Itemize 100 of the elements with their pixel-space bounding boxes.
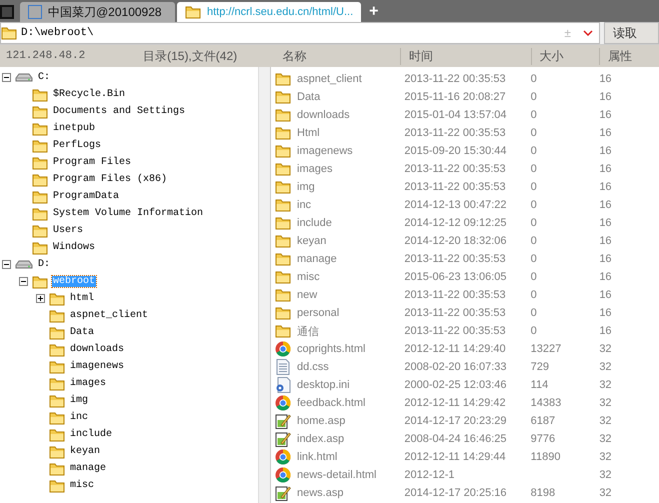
file-name[interactable]: inc (297, 199, 312, 211)
tree-item[interactable]: inc (69, 412, 90, 423)
file-name[interactable]: Html (297, 127, 320, 139)
file-size: 0 (530, 163, 537, 175)
tree-item[interactable]: imagenews (69, 361, 126, 372)
file-name[interactable]: home.asp (297, 415, 346, 427)
file-name[interactable]: img (297, 181, 315, 193)
file-name[interactable]: new (297, 289, 318, 301)
folder-icon (32, 224, 48, 238)
folder-icon (275, 234, 291, 248)
file-size: 729 (530, 361, 550, 373)
tree-item[interactable]: Program Files (x86) (52, 174, 168, 185)
window-icon (28, 5, 42, 19)
file-name[interactable]: manage (297, 253, 337, 265)
file-size: 13227 (530, 343, 562, 355)
modified-time: 2013-11-22 00:35:53 (404, 73, 506, 85)
file-name[interactable]: personal (297, 307, 340, 319)
file-attribute: 16 (599, 307, 612, 319)
tree-item[interactable]: D: (37, 259, 52, 270)
file-name[interactable]: news-detail.html (297, 469, 376, 481)
folder-icon (49, 462, 65, 476)
tree-item[interactable]: keyan (69, 446, 102, 457)
tree-item[interactable]: include (69, 429, 114, 440)
modified-time: 2013-11-22 00:35:53 (404, 307, 506, 319)
tree-item[interactable]: Documents and Settings (52, 106, 186, 117)
scrollbar[interactable] (258, 67, 271, 503)
file-attribute: 32 (599, 415, 612, 427)
collapse-toggle[interactable] (19, 277, 28, 286)
tree-item[interactable]: System Volume Information (52, 208, 204, 219)
file-size: 0 (530, 181, 537, 193)
file-name[interactable]: desktop.ini (297, 379, 350, 391)
drive-icon (15, 72, 33, 82)
file-attribute: 16 (599, 181, 612, 193)
column-header[interactable]: 属性 (599, 48, 659, 64)
tab[interactable]: 中国菜刀@20100928 (20, 2, 175, 22)
file-name[interactable]: downloads (297, 109, 350, 121)
edit-file-icon (275, 431, 291, 447)
column-header[interactable]: 名称 (274, 48, 400, 64)
file-attribute: 32 (599, 361, 612, 373)
file-name[interactable]: news.asp (297, 487, 344, 499)
file-name[interactable]: Data (297, 91, 320, 103)
folder-icon (275, 162, 291, 176)
collapse-toggle[interactable] (2, 260, 11, 269)
folder-icon (49, 376, 65, 390)
dropdown-icon[interactable] (583, 30, 593, 36)
file-attribute: 16 (599, 91, 612, 103)
column-header[interactable]: 大小 (530, 48, 600, 64)
tree-item[interactable]: Program Files (52, 157, 132, 168)
file-name[interactable]: 通信 (297, 324, 319, 338)
file-size: 6187 (530, 415, 556, 427)
modified-time: 2014-12-13 00:47:22 (404, 199, 506, 211)
tree-item[interactable]: img (69, 395, 90, 406)
tree-item[interactable]: downloads (69, 344, 126, 355)
expand-toggle[interactable] (36, 294, 45, 303)
tab[interactable]: http://ncrl.seu.edu.cn/html/U... (177, 2, 362, 22)
modified-time: 2012-12-11 14:29:42 (404, 397, 506, 409)
tree-item[interactable]: C: (37, 72, 52, 83)
file-name[interactable]: coprights.html (297, 343, 366, 355)
folder-icon (49, 394, 65, 408)
folder-icon (275, 144, 291, 158)
tree-item[interactable]: misc (69, 480, 96, 491)
tree-item[interactable]: aspnet_client (69, 310, 150, 321)
tree-item[interactable]: Users (52, 225, 84, 236)
tree-item[interactable]: inetpub (52, 123, 96, 134)
tree-item[interactable]: images (69, 378, 108, 389)
tree-item[interactable]: Windows (52, 242, 96, 253)
tree-item[interactable]: Data (69, 327, 96, 338)
tree-item[interactable]: webroot (52, 276, 96, 287)
folder-icon (49, 326, 65, 340)
file-name[interactable]: imagenews (297, 145, 353, 157)
file-name[interactable]: images (297, 163, 332, 175)
path-field[interactable]: D:\webroot\ ± (0, 22, 600, 44)
edit-file-icon (275, 413, 291, 429)
host-address: 121.248.48.2 (5, 50, 86, 62)
column-header[interactable]: 时间 (400, 48, 531, 64)
settings-file-icon (275, 377, 291, 393)
tree-item[interactable]: $Recycle.Bin (52, 89, 126, 100)
file-attribute: 32 (599, 343, 612, 355)
file-name[interactable]: dd.css (297, 361, 329, 373)
file-size: 0 (530, 91, 537, 103)
file-name[interactable]: misc (297, 271, 320, 283)
read-button[interactable]: 读取 (604, 22, 659, 44)
tree-item[interactable]: PerfLogs (52, 140, 102, 151)
file-name[interactable]: include (297, 217, 332, 229)
tree-item[interactable]: ProgramData (52, 191, 120, 202)
folder-icon (275, 108, 291, 122)
tree-item[interactable]: manage (69, 463, 108, 474)
file-name[interactable]: link.html (297, 451, 338, 463)
file-name[interactable]: feedback.html (297, 397, 366, 409)
new-tab-button[interactable]: + (363, 2, 384, 22)
folder-icon (32, 206, 48, 220)
file-name[interactable]: index.asp (297, 433, 344, 445)
file-attribute: 16 (599, 271, 612, 283)
file-size: 0 (530, 253, 537, 265)
file-size: 0 (530, 307, 537, 319)
file-name[interactable]: aspnet_client (297, 73, 362, 85)
file-attribute: 32 (599, 451, 612, 463)
collapse-toggle[interactable] (2, 73, 11, 82)
tree-item[interactable]: html (69, 293, 96, 304)
file-name[interactable]: keyan (297, 235, 326, 247)
